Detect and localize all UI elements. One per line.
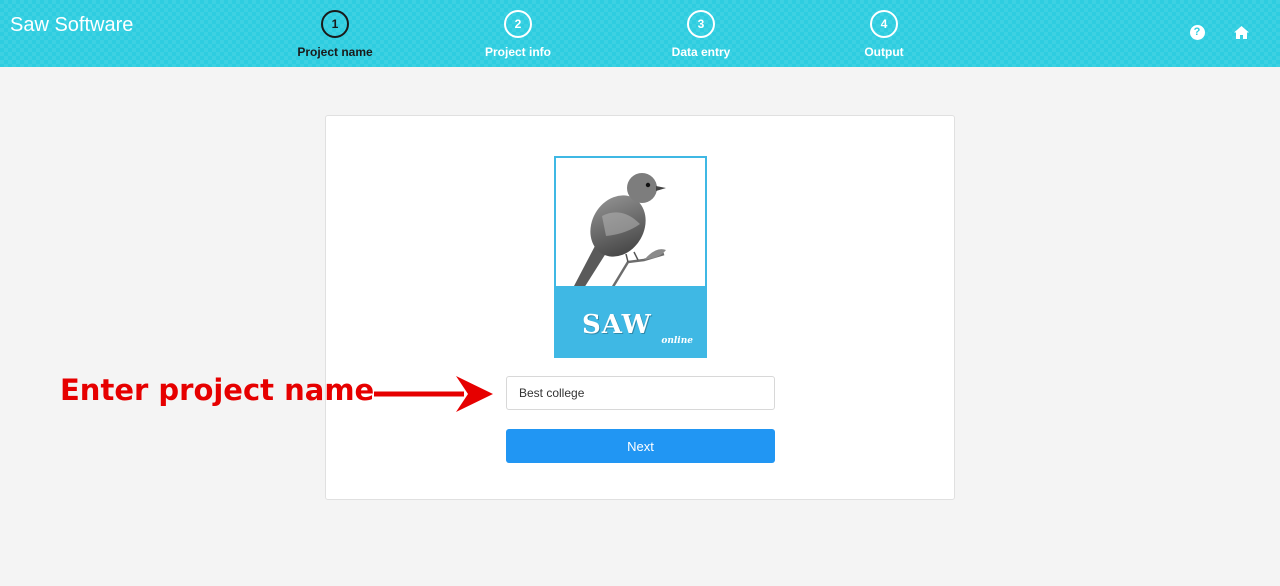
- question-circle-icon: ?: [1189, 24, 1205, 40]
- saw-logo: SAW online: [554, 156, 707, 358]
- step-number: 1: [321, 10, 349, 38]
- logo-subtitle: online: [661, 336, 693, 346]
- step-label: Output: [864, 45, 904, 59]
- step-label: Data entry: [671, 45, 731, 59]
- step-number: 3: [687, 10, 715, 38]
- help-button[interactable]: ?: [1187, 22, 1207, 42]
- home-icon: [1233, 25, 1249, 39]
- step-number: 2: [504, 10, 532, 38]
- brand-title: Saw Software: [10, 14, 134, 36]
- top-bar: Saw Software 1 Project name 2 Project in…: [0, 0, 1280, 67]
- project-card: SAW online Next: [325, 115, 955, 500]
- next-button[interactable]: Next: [506, 429, 775, 463]
- step-label: Project name: [297, 45, 373, 59]
- bird-illustration: [574, 173, 666, 290]
- step-number: 4: [870, 10, 898, 38]
- annotation-text: Enter project name: [60, 373, 375, 407]
- step-label: Project info: [484, 45, 551, 59]
- home-button[interactable]: [1231, 22, 1251, 42]
- step-data-entry[interactable]: 3 Data entry: [631, 10, 771, 59]
- project-name-input[interactable]: [506, 376, 775, 410]
- step-project-info[interactable]: 2 Project info: [448, 10, 588, 59]
- logo-title: SAW: [582, 310, 652, 340]
- step-output[interactable]: 4 Output: [814, 10, 954, 59]
- red-arrow-icon: [374, 376, 493, 412]
- step-project-name[interactable]: 1 Project name: [265, 10, 405, 59]
